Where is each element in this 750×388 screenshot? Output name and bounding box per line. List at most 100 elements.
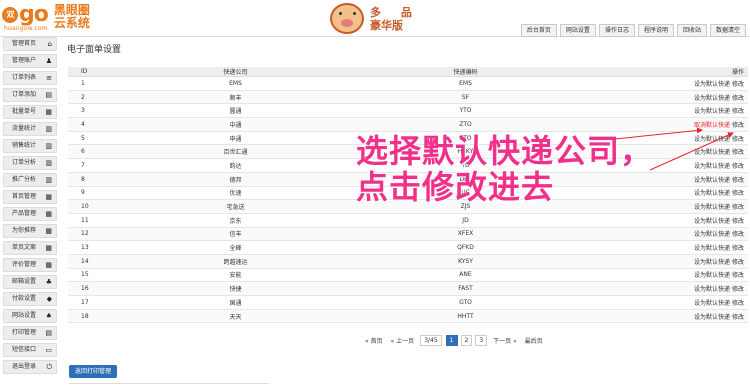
bars-icon: ▥ — [45, 176, 52, 184]
edit-link[interactable]: 修改 — [732, 272, 744, 279]
brand-line2: 豪华版 — [370, 18, 403, 32]
edit-link[interactable]: 修改 — [732, 204, 744, 211]
pager-prev[interactable]: « 上一页 — [389, 336, 417, 345]
set-default-link[interactable]: 设为默认快递 — [694, 300, 730, 307]
set-default-link[interactable]: 设为默认快递 — [694, 231, 730, 238]
cancel-default-link[interactable]: 取消默认快递 — [694, 122, 730, 129]
sidebar-item[interactable]: 产品管理 ▦ — [3, 207, 57, 221]
cell-id: 8 — [68, 172, 128, 187]
set-default-link[interactable]: 设为默认快递 — [694, 272, 730, 279]
cell-id: 13 — [68, 240, 128, 255]
sidebar-item[interactable]: 邮箱设置 ♣ — [3, 275, 57, 289]
sidebar-item-label: 管理首页 — [12, 40, 37, 47]
table-row: 11 京东 JD 设为默认快递 修改 — [68, 213, 748, 228]
back-to-print-button[interactable]: 返回打印管理 — [69, 365, 118, 378]
logo-text: 黑眼圈 云系统 — [54, 4, 90, 30]
edit-link[interactable]: 修改 — [732, 218, 744, 225]
sidebar-item[interactable]: 退出登录 ⏻ — [3, 360, 57, 374]
set-default-link[interactable]: 设为默认快递 — [694, 149, 730, 156]
top-nav-tab[interactable]: 回收站 — [676, 24, 707, 37]
sidebar-item[interactable]: 流量统计 ▥ — [3, 122, 57, 136]
set-default-link[interactable]: 设为默认快递 — [694, 286, 730, 293]
sidebar-item[interactable]: 评价管理 ▦ — [3, 258, 57, 272]
cell-ops: 设为默认快递 修改 — [588, 254, 748, 269]
edit-link[interactable]: 修改 — [732, 245, 744, 252]
set-default-link[interactable]: 设为默认快递 — [694, 259, 730, 266]
sidebar-item[interactable]: 为你推荐 ▦ — [3, 224, 57, 238]
cell-name: 京东 — [128, 213, 343, 228]
sidebar-item[interactable]: 管理首页 ⌂ — [3, 37, 57, 51]
top-nav-tab[interactable]: 后台首页 — [520, 24, 557, 37]
sidebar-item-label: 销售统计 — [12, 142, 37, 149]
pager-page[interactable]: 2 — [460, 335, 473, 346]
table-row: 4 中通 ZTO 取消默认快递 修改 — [68, 117, 748, 132]
set-default-link[interactable]: 设为默认快递 — [694, 81, 730, 88]
edit-link[interactable]: 修改 — [732, 122, 744, 129]
sidebar-item-label: 首页管理 — [12, 193, 37, 200]
sidebar-item[interactable]: 销售统计 ▥ — [3, 139, 57, 153]
sidebar-item[interactable]: 订单分析 ▥ — [3, 156, 57, 170]
edit-link[interactable]: 修改 — [732, 163, 744, 170]
pager-page[interactable]: 3 — [475, 335, 488, 346]
cell-ops: 设为默认快递 修改 — [588, 240, 748, 255]
top-nav-tab[interactable]: 数据清空 — [709, 24, 746, 37]
pager-next[interactable]: 下一页 » — [491, 336, 519, 345]
top-header: 双 go huangow.com 黑眼圈 云系统 多 品 豪华版 后台首页 网站设置… — [0, 0, 750, 37]
edit-link[interactable]: 修改 — [732, 259, 744, 266]
set-default-link[interactable]: 设为默认快递 — [694, 95, 730, 102]
cell-name: 韵达 — [128, 158, 343, 173]
pager-first[interactable]: « 首页 — [363, 336, 385, 345]
pager-info: 3/45 — [420, 335, 442, 346]
set-default-link[interactable]: 设为默认快递 — [694, 218, 730, 225]
set-default-link[interactable]: 设为默认快递 — [694, 136, 730, 143]
sidebar-item[interactable]: 网站设置 ♠ — [3, 309, 57, 323]
sidebar-item-label: 订单列表 — [12, 74, 37, 81]
set-default-link[interactable]: 设为默认快递 — [694, 177, 730, 184]
cell-ops: 设为默认快递 修改 — [588, 103, 748, 119]
edit-link[interactable]: 修改 — [732, 314, 744, 321]
cell-ops: 设为默认快递 修改 — [588, 90, 748, 105]
top-nav-tab[interactable]: 网站设置 — [559, 24, 596, 37]
bars-icon: ▥ — [45, 159, 52, 167]
table-row: 14 跨越速运 KYSY 设为默认快递 修改 — [68, 254, 748, 269]
edit-link[interactable]: 修改 — [732, 286, 744, 293]
pig-mascot-icon — [330, 3, 364, 34]
sidebar-item[interactable]: 推广分析 ▥ — [3, 173, 57, 187]
logo[interactable]: 双 go huangow.com 黑眼圈 云系统 — [2, 4, 90, 32]
sidebar-item[interactable]: 订单添加 ▤ — [3, 88, 57, 102]
set-default-link[interactable]: 设为默认快递 — [694, 204, 730, 211]
set-default-link[interactable]: 设为默认快递 — [694, 190, 730, 197]
cell-id: 4 — [68, 117, 128, 132]
set-default-link[interactable]: 设为默认快递 — [694, 245, 730, 252]
set-default-link[interactable]: 设为默认快递 — [694, 163, 730, 170]
cell-code: KYSY — [343, 254, 588, 269]
edit-link[interactable]: 修改 — [732, 95, 744, 102]
edit-link[interactable]: 修改 — [732, 177, 744, 184]
sidebar-item[interactable]: 批量单号 ▦ — [3, 105, 57, 119]
pager-page[interactable]: 1 — [445, 335, 458, 346]
table-row: 1 EMS EMS 设为默认快递 修改 — [68, 76, 748, 91]
top-nav-tab[interactable]: 程序说明 — [637, 24, 674, 37]
sidebar-item[interactable]: 订单列表 ≡ — [3, 71, 57, 85]
top-nav-tab[interactable]: 操作日志 — [598, 24, 635, 37]
pager-last[interactable]: 最后页 — [523, 336, 545, 345]
sidebar-item[interactable]: 单页文案 ▦ — [3, 241, 57, 255]
sidebar-item[interactable]: 打印管理 ▤ — [3, 326, 57, 340]
sidebar-item[interactable]: 短信接口 ▭ — [3, 343, 57, 357]
edit-link[interactable]: 修改 — [732, 190, 744, 197]
table-row: 16 快捷 FAST 设为默认快递 修改 — [68, 281, 748, 296]
edit-link[interactable]: 修改 — [732, 81, 744, 88]
edit-link[interactable]: 修改 — [732, 108, 744, 115]
print-icon: ▤ — [45, 329, 52, 337]
edit-link[interactable]: 修改 — [732, 300, 744, 307]
edit-link[interactable]: 修改 — [732, 231, 744, 238]
edit-link[interactable]: 修改 — [732, 136, 744, 143]
cell-id: 5 — [68, 131, 128, 146]
sidebar-item[interactable]: 管理账户 ♟ — [3, 54, 57, 68]
sidebar-item[interactable]: 首页管理 ▦ — [3, 190, 57, 204]
sidebar-item[interactable]: 付款设置 ◆ — [3, 292, 57, 306]
edit-link[interactable]: 修改 — [732, 149, 744, 156]
set-default-link[interactable]: 设为默认快递 — [694, 108, 730, 115]
stack-icon: ▦ — [45, 108, 52, 116]
set-default-link[interactable]: 设为默认快递 — [694, 314, 730, 321]
